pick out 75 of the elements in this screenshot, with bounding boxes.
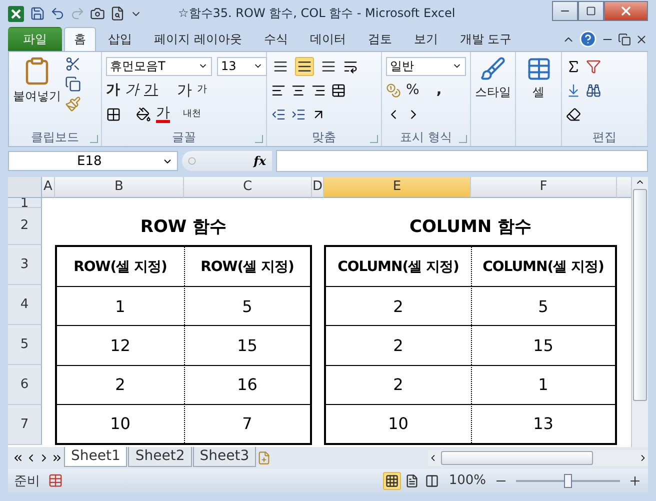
sheet-tab[interactable]: Sheet3 xyxy=(192,446,256,467)
italic-button[interactable]: 가 xyxy=(125,83,139,98)
column-header[interactable]: F xyxy=(471,176,617,198)
table-cell: 15 xyxy=(184,325,310,365)
column-header[interactable]: D xyxy=(312,176,324,198)
group-label: 편집 xyxy=(592,128,616,146)
comma-button[interactable]: , xyxy=(436,83,442,98)
row-header[interactable]: 2 xyxy=(8,208,42,245)
ribbon-tab[interactable]: 데이터 xyxy=(300,27,356,52)
table-cell: 1 xyxy=(470,364,615,404)
window-title: ☆함수35. ROW 함수, COL 함수 - Microsoft Excel xyxy=(178,5,456,22)
row-header[interactable]: 7 xyxy=(8,404,42,445)
row-header[interactable]: 4 xyxy=(8,284,42,325)
row-header[interactable]: 3 xyxy=(8,244,42,285)
group-label: 표시 형식 xyxy=(400,128,452,146)
table-title: ROW 함수 xyxy=(139,216,228,239)
row-header[interactable]: 5 xyxy=(8,324,42,365)
phonetic-button[interactable]: 내천 xyxy=(183,110,201,119)
table-cell: 2 xyxy=(326,286,470,326)
styles-button[interactable]: 스타일 xyxy=(475,56,511,128)
insert-function-button[interactable]: fx xyxy=(254,154,266,168)
ribbon-tab[interactable]: 수식 xyxy=(254,27,298,52)
name-box[interactable]: E18 xyxy=(8,151,178,172)
file-tab[interactable]: 파일 xyxy=(8,27,62,52)
status-text: 준비 xyxy=(14,472,40,490)
column-header[interactable]: C xyxy=(184,176,312,198)
table-cell: 13 xyxy=(470,404,615,443)
font-size-field[interactable]: 13 xyxy=(217,56,267,76)
table-cell: 5 xyxy=(470,286,615,326)
sheet-tab[interactable]: Sheet2 xyxy=(128,446,192,467)
font-size-value: 13 xyxy=(221,59,236,74)
table-cell: 1 xyxy=(57,286,184,326)
table-cell: 10 xyxy=(326,404,470,443)
table-cell: 16 xyxy=(184,364,310,404)
font-name-value: 휴먼모음T xyxy=(110,58,166,75)
ribbon-tab[interactable]: 검토 xyxy=(358,27,402,52)
ribbon-tab[interactable]: 보기 xyxy=(404,27,448,52)
group-label: 클립보드 xyxy=(31,128,79,146)
table-cell: 2 xyxy=(326,325,470,365)
table-cell: 2 xyxy=(57,364,184,404)
bold-button[interactable]: 가 xyxy=(106,83,120,98)
underline-button[interactable]: 가 xyxy=(144,83,158,98)
header-cell-text: ROW(셀 지정) xyxy=(72,258,168,277)
paste-button[interactable]: 붙여넣기 xyxy=(13,56,61,128)
table-cell: 15 xyxy=(470,325,615,365)
header-cell: COLUMN(셀 지정) xyxy=(470,246,615,286)
sheet-tab[interactable]: Sheet1 xyxy=(64,446,128,467)
column-header[interactable]: B xyxy=(55,176,184,198)
ribbon-tab[interactable]: 홈 xyxy=(64,27,96,52)
number-format-value: 일반 xyxy=(390,58,414,75)
ribbon-tab[interactable]: 페이지 레이아웃 xyxy=(144,27,252,52)
table-cell: 7 xyxy=(184,404,310,443)
zoom-level[interactable]: 100% xyxy=(448,473,486,488)
font-color-button[interactable]: 가 xyxy=(156,106,170,123)
table-title: COLUMN 함수 xyxy=(408,216,533,239)
table-cell: 12 xyxy=(57,325,184,365)
ribbon-tab[interactable]: 삽입 xyxy=(98,27,142,52)
font-name-field[interactable]: 휴먼모음T xyxy=(106,56,212,76)
percent-button[interactable]: % xyxy=(406,83,420,98)
header-cell-text: COLUMN(셀 지정) xyxy=(336,258,460,277)
group-label: 글꼴 xyxy=(172,128,196,146)
ribbon-tab[interactable]: 개발 도구 xyxy=(450,27,522,52)
group-label: 맞춤 xyxy=(312,128,336,146)
table-cell: 5 xyxy=(184,286,310,326)
grow-font-button[interactable]: 가 xyxy=(177,82,192,98)
table-cell: 10 xyxy=(57,404,184,443)
header-cell: ROW(셀 지정) xyxy=(184,246,310,286)
cell-reference: E18 xyxy=(77,154,102,169)
shrink-font-button[interactable]: 가 xyxy=(197,85,207,96)
number-format-field[interactable]: 일반 xyxy=(386,56,466,76)
column-header[interactable]: A xyxy=(42,176,55,198)
cells-button[interactable]: 셀 xyxy=(526,56,552,128)
row-header[interactable]: 6 xyxy=(8,364,42,405)
table-cell: 2 xyxy=(326,364,470,404)
column-header[interactable]: E xyxy=(324,176,471,198)
